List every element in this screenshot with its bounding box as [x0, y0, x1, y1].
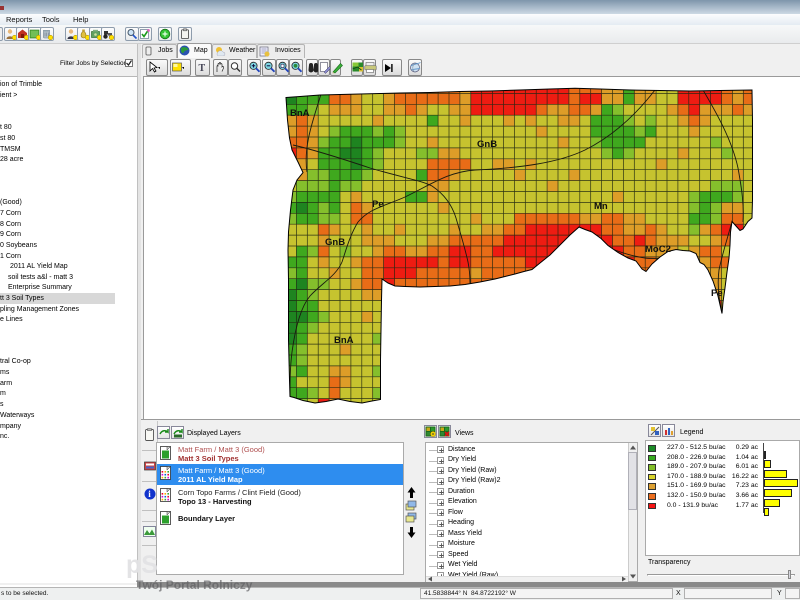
svg-text:Pe: Pe — [372, 199, 384, 210]
svg-text:Pe: Pe — [711, 288, 723, 299]
svg-text:GnB: GnB — [477, 139, 497, 150]
svg-text:BnA: BnA — [334, 335, 354, 346]
svg-text:GnB: GnB — [325, 237, 345, 248]
svg-text:MoC2: MoC2 — [645, 244, 671, 255]
svg-text:Mn: Mn — [594, 201, 608, 212]
svg-text:BnA: BnA — [290, 108, 310, 119]
